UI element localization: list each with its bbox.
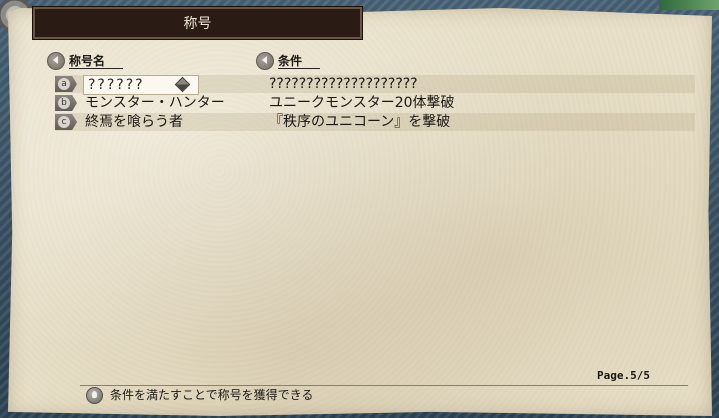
hint-text: 条件を満たすことで称号を獲得できる [110,388,314,402]
row-letter: a [58,78,70,90]
column-header-condition[interactable]: 条件 [256,52,321,70]
selected-title-name-box[interactable]: ?????? [83,75,199,95]
diamond-icon [174,76,191,93]
arrow-left-icon [256,52,274,70]
title-condition: ユニークモンスター20体撃破 [269,95,455,111]
column-header-name-label: 称号名 [69,54,124,69]
title-condition: ???????????????????? [269,76,418,92]
title-condition: 『秩序のユニコーン』を撃破 [269,114,451,130]
window-title: 称号 [183,16,212,32]
title-name: ?????? [88,77,145,93]
column-header-condition-label: 条件 [278,54,321,69]
row-letter: c [58,116,70,128]
title-row-c[interactable]: c 終焉を喰らう者 『秩序のユニコーン』を撃破 [55,113,695,131]
column-header-name[interactable]: 称号名 [47,52,124,70]
title-name: モンスター・ハンター [85,95,225,111]
page-indicator: Page.5/5 [597,369,650,382]
background-decoration [659,0,719,10]
title-row-b[interactable]: b モンスター・ハンター ユニークモンスター20体撃破 [55,94,695,112]
title-name: 終焉を喰らう者 [85,114,183,130]
lightbulb-icon [86,387,103,404]
divider [80,385,688,386]
window-title-bar: 称号 [33,7,362,39]
letter-badge-icon: b [55,95,77,111]
row-letter: b [58,97,70,109]
title-row-a[interactable]: a ?????? ???????????????????? [55,75,695,95]
arrow-left-icon [47,52,65,70]
